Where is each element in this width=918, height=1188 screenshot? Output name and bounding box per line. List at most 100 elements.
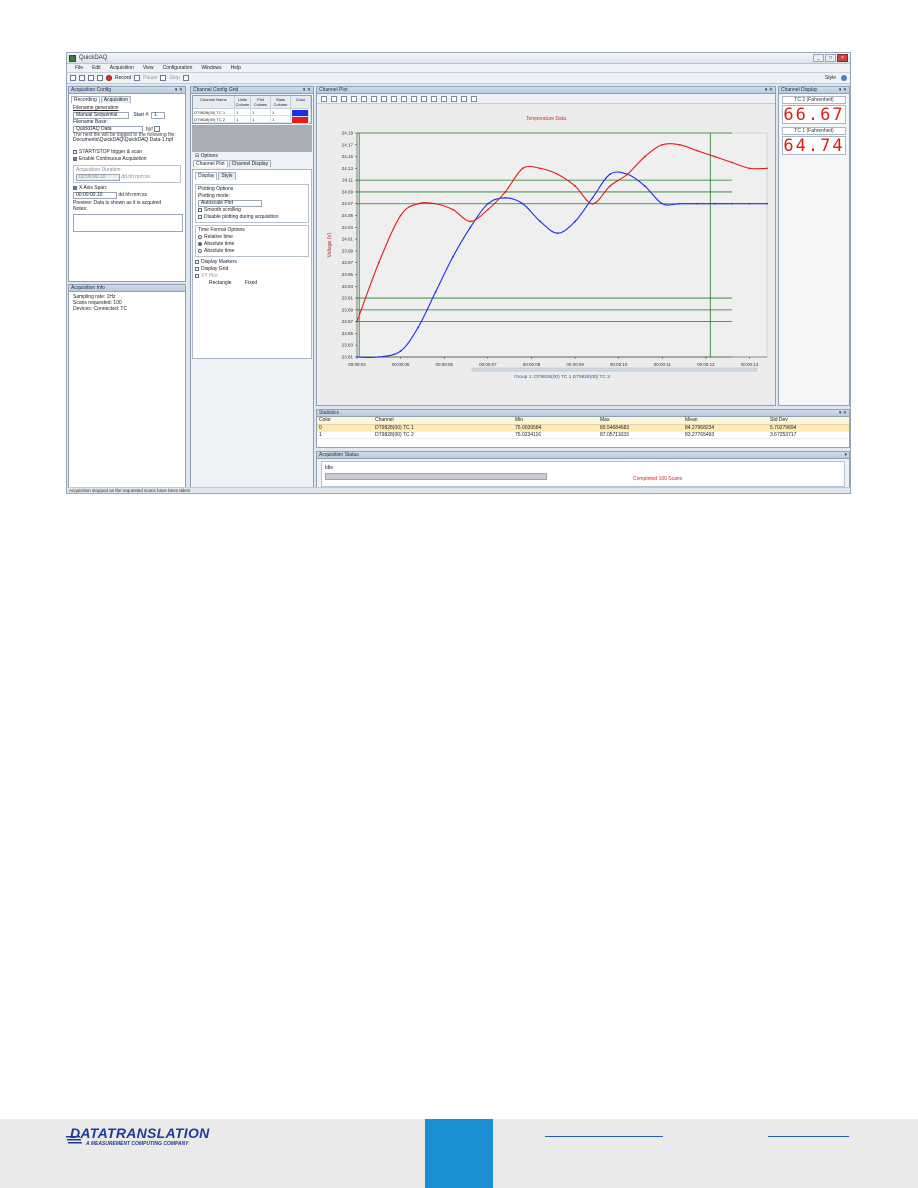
grid-icon[interactable] [401, 95, 407, 102]
open-folder-icon[interactable] [79, 75, 85, 81]
maximize-button[interactable]: □ [825, 54, 836, 62]
pan-icon[interactable] [381, 95, 387, 102]
pause-icon[interactable] [134, 75, 141, 81]
y-tick-label: 23.83 [342, 343, 354, 348]
pause-button[interactable]: Pause [143, 75, 157, 81]
start-number-label: Start #: [133, 112, 150, 118]
display-card-tc1: TC 1 (Fahrenheit) 64.74 [782, 127, 846, 155]
menu-configuration[interactable]: Configuration [163, 65, 193, 71]
print-plot-icon[interactable] [441, 95, 447, 102]
help-icon[interactable] [841, 75, 847, 81]
tab-channel-plot[interactable]: Channel Plot [193, 160, 228, 167]
notes-textarea[interactable] [73, 214, 183, 233]
disable-plotting-checkbox[interactable]: Disable plotting during acquisition [198, 214, 306, 221]
color-cell[interactable] [291, 116, 311, 124]
data-point [731, 161, 734, 164]
panel-pin-icon[interactable]: ▾ ✕ [303, 87, 311, 93]
x-tick-label: 00:00:10 [610, 362, 628, 367]
scale-icon[interactable] [411, 95, 417, 102]
menu-file[interactable]: File [75, 65, 83, 71]
color-cell[interactable] [291, 109, 311, 117]
xaxis-span-input[interactable]: 00:00:00.10 [73, 192, 117, 200]
stats-column[interactable]: 1 [271, 116, 291, 123]
stats-header[interactable]: Channel [373, 417, 513, 425]
stop-button[interactable]: Stop [169, 75, 179, 81]
record-icon[interactable] [106, 75, 112, 81]
record-button[interactable]: Record [115, 75, 131, 81]
close-button[interactable]: × [837, 54, 848, 62]
footer-link-underline[interactable] [545, 1136, 663, 1137]
channel-row[interactable]: DT9828(00) TC 2 1 1 1 [193, 116, 311, 124]
plotting-mode-select[interactable]: Autoscale Plot [198, 200, 262, 207]
menu-windows[interactable]: Windows [201, 65, 221, 71]
style-dropdown[interactable]: Style [825, 75, 836, 81]
save-plot-icon[interactable] [431, 95, 437, 102]
display-markers-checkbox[interactable]: Display Markers [195, 259, 309, 266]
save-icon[interactable] [88, 75, 94, 81]
stats-header[interactable]: Min [513, 417, 598, 425]
edit-icon[interactable] [182, 75, 189, 81]
export-icon[interactable] [461, 95, 467, 102]
play-icon[interactable] [321, 95, 327, 102]
minimize-button[interactable]: _ [813, 54, 824, 62]
tab-style[interactable]: Style [218, 172, 236, 180]
x-tick-label: 00:00:08 [523, 362, 541, 367]
fixed-label: Fixed [244, 280, 258, 286]
stats-header[interactable]: Mean [683, 417, 768, 425]
continuous-acquisition-checkbox[interactable]: Enable Continuous Acquisition [73, 156, 181, 163]
stats-cell: 5.70279694 [768, 424, 849, 432]
stats-column[interactable]: 1 [271, 109, 291, 116]
tab-acquisition[interactable]: Acquisition [100, 96, 131, 103]
panel-pin-icon[interactable]: ▾ ✕ [175, 87, 183, 93]
footer-link-underline[interactable] [768, 1136, 849, 1137]
start-number-input[interactable]: 1 [150, 112, 165, 119]
filename-generation-select[interactable]: Manual Sequential [73, 112, 129, 119]
plot-column[interactable]: 1 [251, 116, 271, 123]
menu-help[interactable]: Help [231, 65, 241, 71]
panel-close-icon[interactable]: ▾ ✕ [765, 87, 773, 93]
pause-icon[interactable] [331, 95, 337, 102]
zoom-out-icon[interactable] [361, 95, 367, 102]
settings-icon[interactable] [471, 95, 477, 102]
zoom-in-icon[interactable] [351, 95, 357, 102]
tab-display[interactable]: Display [195, 172, 218, 180]
table-row[interactable]: 0 DT9828(00) TC 1 75.0039584 89.54684683… [317, 424, 849, 432]
panel-close-icon[interactable]: ▾ ✕ [839, 410, 847, 416]
temperature-chart[interactable]: 24.19 24.17 24.15 24.13 24.11 24.09 24.07 24.05… [317, 123, 775, 403]
xy-plot-checkbox[interactable]: XY Plot [195, 273, 309, 280]
stop-icon[interactable] [160, 75, 167, 81]
panel-close-icon[interactable]: ▾ ✕ [839, 87, 847, 93]
tab-channel-display[interactable]: Channel Display [228, 160, 272, 167]
channel-row[interactable]: DT9828(00) TC 1 1 1 1 [193, 109, 311, 117]
menu-view[interactable]: View [143, 65, 154, 71]
time-option-radio[interactable]: Absolute time [198, 248, 306, 255]
table-row[interactable]: 1 DT9828(00) TC 2 75.0234116 87.05711033… [317, 431, 849, 439]
y-tick-label: 23.85 [342, 331, 354, 336]
new-file-icon[interactable] [70, 75, 76, 81]
units-column[interactable]: 1 [235, 116, 251, 123]
display-grid-checkbox[interactable]: Display Grid [195, 266, 309, 273]
menu-edit[interactable]: Edit [92, 65, 101, 71]
cursor-icon[interactable] [341, 95, 347, 102]
zoom-fit-icon[interactable] [371, 95, 377, 102]
tab-recording[interactable]: Recording [71, 96, 100, 103]
smooth-scrolling-checkbox[interactable]: Smooth scrolling [198, 207, 306, 214]
stats-header[interactable]: Color [317, 417, 373, 425]
panel-pin-icon[interactable]: ▾ [844, 452, 847, 458]
marker-icon[interactable] [391, 95, 397, 102]
options-toggle[interactable]: ⊟ Options [191, 152, 313, 160]
acquisition-duration-input[interactable]: 00:00:00.10 [76, 174, 120, 182]
stats-header[interactable]: Max [598, 417, 683, 425]
time-option-radio[interactable]: Absolute time [198, 241, 306, 248]
acquisition-duration-label: Acquisition Duration: [76, 167, 122, 174]
display-label: TC 1 (Fahrenheit) [782, 127, 846, 135]
copy-icon[interactable] [451, 95, 457, 102]
plot-column[interactable]: 1 [251, 109, 271, 116]
print-icon[interactable] [97, 75, 103, 81]
time-option-radio[interactable]: Relative time [198, 234, 306, 241]
menu-acquisition[interactable]: Acquisition [110, 65, 134, 71]
stats-header[interactable]: Std Dev [768, 417, 849, 425]
fit-icon[interactable] [421, 95, 427, 102]
units-column[interactable]: 1 [235, 109, 251, 116]
browse-folder-icon[interactable] [154, 126, 161, 132]
